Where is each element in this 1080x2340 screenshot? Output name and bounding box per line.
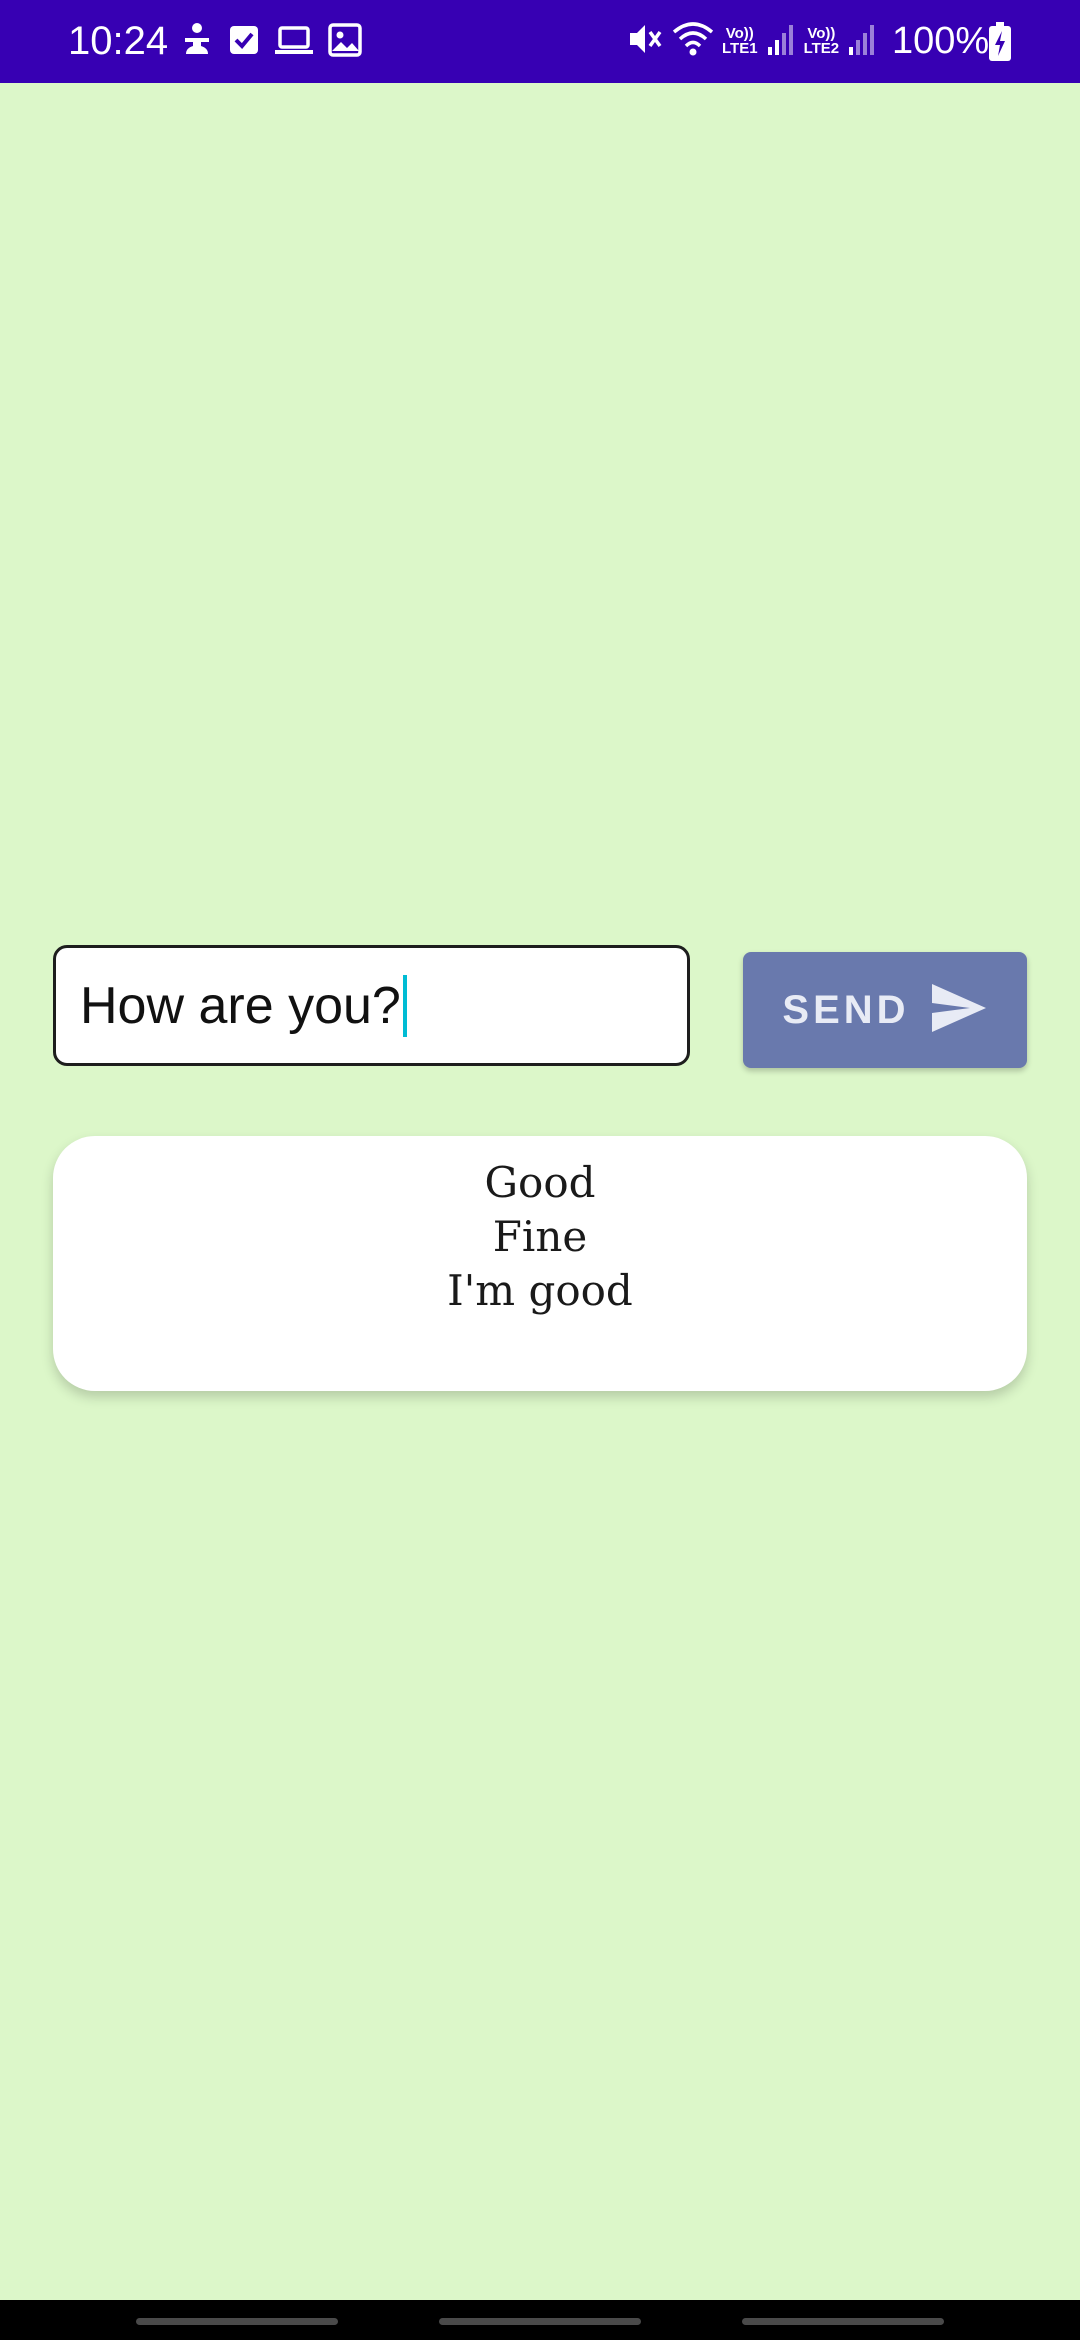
send-button[interactable]: SEND <box>743 952 1027 1068</box>
volte-lte2-indicator: Vo)) LTE2 <box>804 26 840 56</box>
status-right-icons: Vo)) LTE1 Vo)) LTE2 <box>626 18 877 64</box>
suggestion-card: Good Fine I'm good <box>53 1136 1027 1391</box>
lte1-label: LTE1 <box>722 40 758 57</box>
send-icon <box>930 982 988 1039</box>
nav-handle-right[interactable] <box>742 2318 944 2325</box>
mute-icon <box>626 20 664 63</box>
status-bar: 10:24 Vo)) LTE1 Vo)) LTE2 100% <box>0 0 1080 83</box>
laptop-icon <box>274 24 314 61</box>
signal-icon <box>847 21 877 62</box>
text-caret <box>402 974 407 1037</box>
image-icon <box>328 22 362 62</box>
volte-label: Vo)) <box>725 25 754 42</box>
volte-label: Vo)) <box>807 25 836 42</box>
battery-charging-icon <box>988 22 1012 67</box>
navigation-bar <box>0 2300 1080 2340</box>
suggestion-item[interactable]: I'm good <box>53 1264 1027 1318</box>
status-left-icons <box>180 22 362 62</box>
nav-handle-center[interactable] <box>439 2318 641 2325</box>
battery-percent: 100% <box>892 20 990 62</box>
signal-icon <box>766 21 796 62</box>
lte2-label: LTE2 <box>803 40 840 57</box>
volte-lte1-indicator: Vo)) LTE1 <box>722 26 758 56</box>
status-time: 10:24 <box>68 19 169 63</box>
wifi-icon <box>672 20 714 63</box>
suggestion-item[interactable]: Good <box>53 1156 1027 1210</box>
send-label: SEND <box>782 987 910 1032</box>
message-input[interactable]: How are you? <box>53 945 690 1066</box>
message-text: How are you? <box>80 976 401 1035</box>
accessibility-icon <box>180 22 214 63</box>
nav-handle-left[interactable] <box>136 2318 338 2325</box>
suggestion-item[interactable]: Fine <box>53 1210 1027 1264</box>
checkbox-icon <box>228 24 260 61</box>
